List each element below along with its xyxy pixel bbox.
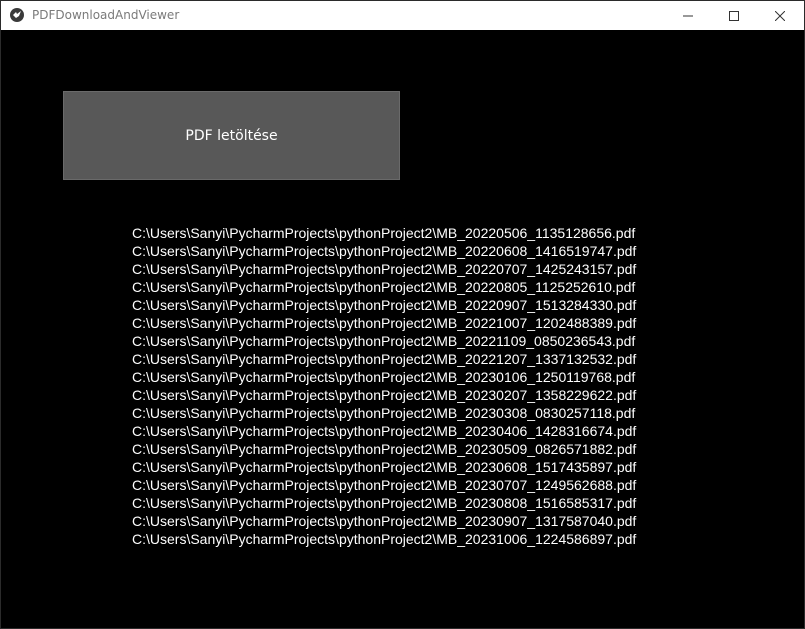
close-icon [775, 10, 785, 21]
app-window: PDFDownloadAndViewer PDF letöltése C:\Us… [0, 0, 805, 629]
maximize-icon [729, 10, 739, 21]
file-path-item: C:\Users\Sanyi\PycharmProjects\pythonPro… [132, 423, 637, 439]
file-path-item: C:\Users\Sanyi\PycharmProjects\pythonPro… [132, 369, 636, 385]
window-title: PDFDownloadAndViewer [32, 8, 180, 22]
file-path-item: C:\Users\Sanyi\PycharmProjects\pythonPro… [132, 513, 637, 529]
file-path-item: C:\Users\Sanyi\PycharmProjects\pythonPro… [132, 297, 637, 313]
file-path-item: C:\Users\Sanyi\PycharmProjects\pythonPro… [132, 459, 637, 475]
file-path-item: C:\Users\Sanyi\PycharmProjects\pythonPro… [132, 351, 637, 367]
file-path-item: C:\Users\Sanyi\PycharmProjects\pythonPro… [132, 531, 637, 547]
pdf-download-button[interactable]: PDF letöltése [63, 91, 400, 180]
close-button[interactable] [757, 1, 803, 30]
file-path-item: C:\Users\Sanyi\PycharmProjects\pythonPro… [132, 279, 636, 295]
file-path-item: C:\Users\Sanyi\PycharmProjects\pythonPro… [132, 333, 636, 349]
file-path-item: C:\Users\Sanyi\PycharmProjects\pythonPro… [132, 405, 636, 421]
client-area: PDF letöltése C:\Users\Sanyi\PycharmProj… [1, 30, 804, 628]
file-path-item: C:\Users\Sanyi\PycharmProjects\pythonPro… [132, 315, 637, 331]
minimize-icon [683, 15, 693, 16]
minimize-button[interactable] [665, 1, 711, 30]
file-path-item: C:\Users\Sanyi\PycharmProjects\pythonPro… [132, 225, 636, 241]
file-path-item: C:\Users\Sanyi\PycharmProjects\pythonPro… [132, 495, 637, 511]
file-path-item: C:\Users\Sanyi\PycharmProjects\pythonPro… [132, 261, 637, 277]
maximize-button[interactable] [711, 1, 757, 30]
title-bar[interactable]: PDFDownloadAndViewer [1, 1, 804, 30]
pdf-file-list: C:\Users\Sanyi\PycharmProjects\pythonPro… [132, 224, 636, 548]
file-path-item: C:\Users\Sanyi\PycharmProjects\pythonPro… [132, 243, 637, 259]
file-path-item: C:\Users\Sanyi\PycharmProjects\pythonPro… [132, 387, 637, 403]
kivy-app-icon [10, 8, 24, 22]
file-path-item: C:\Users\Sanyi\PycharmProjects\pythonPro… [132, 477, 637, 493]
pdf-download-button-label: PDF letöltése [185, 127, 278, 144]
file-path-item: C:\Users\Sanyi\PycharmProjects\pythonPro… [132, 441, 637, 457]
